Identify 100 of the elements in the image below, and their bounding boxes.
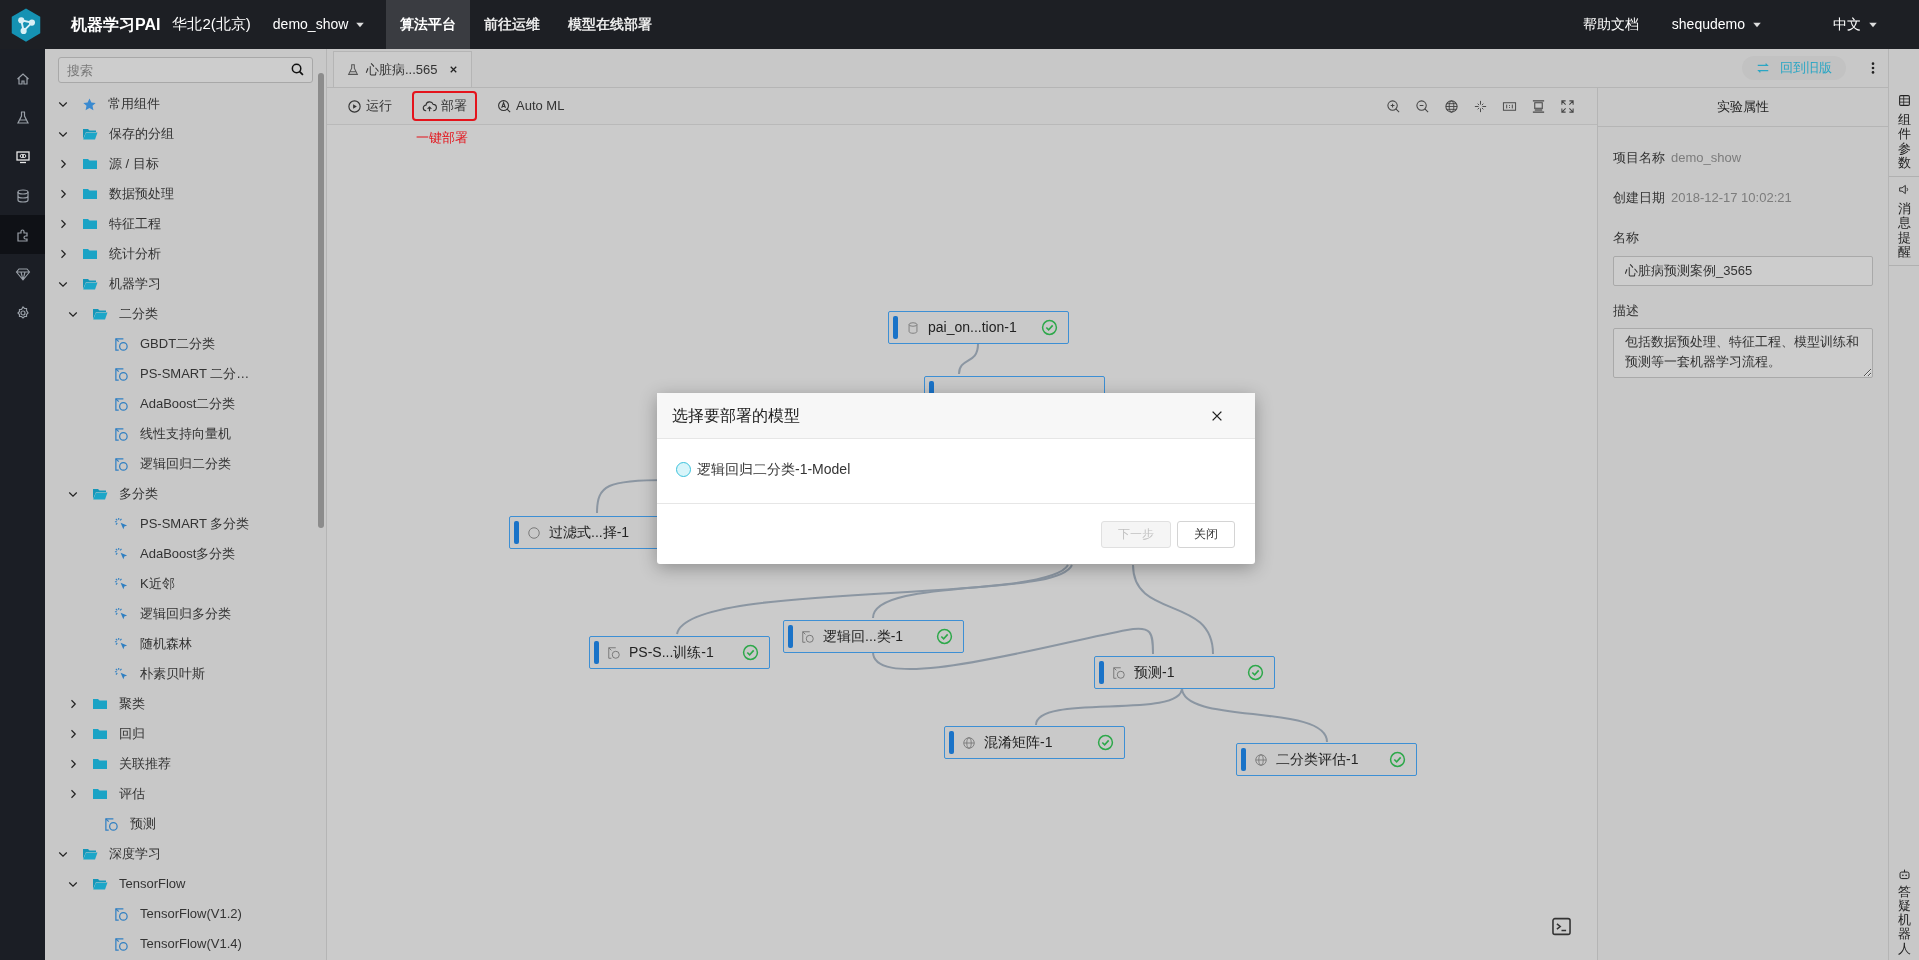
tree-item[interactable]: PS-SMART 多分类	[45, 509, 326, 539]
region-selector[interactable]: 华北2(北京)	[172, 13, 251, 36]
cloud-upload-icon	[422, 98, 437, 114]
globe-icon	[1254, 752, 1268, 767]
grid-icon	[1897, 94, 1911, 107]
open-folder-icon	[92, 306, 108, 322]
description-field[interactable]: 包括数据预处理、特征工程、模型训练和预测等一套机器学习流程。	[1613, 328, 1873, 378]
component-icon	[114, 336, 129, 352]
folder-icon	[92, 696, 108, 712]
flow-node[interactable]: pai_on...tion-1	[888, 311, 1069, 344]
tree-item[interactable]: TensorFlow	[45, 869, 326, 899]
tree-item[interactable]: 源 / 目标	[45, 149, 326, 179]
zoom-out-icon[interactable]	[1415, 98, 1430, 114]
tree-item[interactable]: 统计分析	[45, 239, 326, 269]
side-tab[interactable]: 组件参数	[1889, 88, 1919, 178]
side-tab[interactable]: 消息提醒	[1889, 177, 1919, 267]
tree-item[interactable]: AdaBoost多分类	[45, 539, 326, 569]
component-icon	[607, 645, 621, 660]
dialog-title: 选择要部署的模型	[672, 405, 801, 426]
toolbar-button[interactable]: 运行	[337, 91, 402, 121]
tree-item[interactable]: 深度学习	[45, 839, 326, 869]
component-icon	[114, 396, 129, 412]
node-status-bar	[1241, 748, 1246, 771]
tree-item[interactable]: TensorFlow(V1.4)	[45, 929, 326, 959]
tree-item[interactable]: 随机森林	[45, 629, 326, 659]
tree-item[interactable]: 常用组件	[45, 89, 326, 119]
diamond-icon	[14, 265, 31, 282]
tree-item[interactable]: 线性支持向量机	[45, 419, 326, 449]
nav-tab[interactable]: 模型在线部署	[554, 0, 667, 49]
flask-icon	[346, 62, 360, 77]
connector	[958, 343, 979, 375]
component-icon	[114, 906, 129, 922]
flow-node[interactable]: 预测-1	[1094, 656, 1275, 689]
fit-icon[interactable]	[1531, 98, 1546, 114]
flow-node[interactable]: 二分类评估-1	[1236, 743, 1417, 776]
field-value: 2018-12-17 10:02:21	[1671, 189, 1792, 208]
tree-item[interactable]: 二分类	[45, 299, 326, 329]
node-status-bar	[1099, 661, 1104, 684]
zoom-in-icon[interactable]	[1386, 98, 1401, 114]
flow-node[interactable]: PS-S...训练-1	[589, 636, 770, 669]
tree-item[interactable]: PS-SMART 二分…	[45, 359, 326, 389]
tree-item[interactable]: 预测	[45, 809, 326, 839]
cursor-click-icon	[114, 636, 129, 652]
toolbar-button[interactable]: 部署	[412, 91, 477, 121]
tree-item[interactable]: 特征工程	[45, 209, 326, 239]
annotation-label: 一键部署	[416, 129, 468, 147]
tree-item[interactable]: 聚类	[45, 689, 326, 719]
search-icon[interactable]	[290, 62, 305, 77]
crosshair-icon[interactable]	[1473, 98, 1488, 114]
radio-button[interactable]	[676, 462, 691, 477]
user-menu[interactable]: shequdemo	[1671, 14, 1763, 35]
field-value: demo_show	[1671, 149, 1742, 168]
cursor-click-icon	[114, 606, 129, 622]
tree-item[interactable]: 数据预处理	[45, 179, 326, 209]
cursor-click-icon	[114, 516, 129, 532]
open-folder-icon	[82, 846, 98, 862]
help-link[interactable]: 帮助文档	[1582, 14, 1639, 35]
terminal-icon[interactable]	[1551, 916, 1572, 937]
component-icon	[801, 629, 815, 644]
tree-item[interactable]: 逻辑回归多分类	[45, 599, 326, 629]
flow-node[interactable]: 逻辑回...类-1	[783, 620, 964, 653]
project-selector[interactable]: demo_show	[272, 14, 367, 35]
tree-item[interactable]: 机器学习	[45, 269, 326, 299]
name-field[interactable]: 心脏病预测案例_3565	[1613, 255, 1873, 286]
tree-item[interactable]: K近邻	[45, 569, 326, 599]
folder-icon	[82, 186, 98, 202]
tree-item[interactable]: 保存的分组	[45, 119, 326, 149]
open-folder-icon	[82, 276, 98, 292]
component-icon	[114, 366, 129, 382]
tree-item[interactable]: 逻辑回归二分类	[45, 449, 326, 479]
toolbar-button[interactable]: Auto ML	[487, 91, 575, 121]
field-label: 描述	[1613, 301, 1640, 320]
swap-icon	[1756, 61, 1770, 75]
nav-tab[interactable]: 前往运维	[470, 0, 555, 49]
field-label: 创建日期	[1613, 189, 1665, 208]
tree-item[interactable]: TensorFlow(V1.2)	[45, 899, 326, 929]
field-label: 项目名称	[1613, 149, 1665, 168]
tree-item[interactable]: AdaBoost二分类	[45, 389, 326, 419]
tree-item[interactable]: 评估	[45, 779, 326, 809]
nav-tab[interactable]: 算法平台	[386, 0, 471, 49]
folder-icon	[82, 216, 98, 232]
radio-option[interactable]: 逻辑回归二分类-1-Model	[676, 459, 1236, 480]
document-tab[interactable]: 心脏病...565	[333, 51, 472, 87]
language-menu[interactable]: 中文	[1833, 14, 1879, 35]
tree-item[interactable]: 多分类	[45, 479, 326, 509]
node-status-bar	[788, 625, 793, 648]
flow-node[interactable]: 混淆矩阵-1	[944, 726, 1125, 759]
tree-item[interactable]: 朴素贝叶斯	[45, 659, 326, 689]
search-field[interactable]: 搜索	[58, 57, 313, 83]
chatbot-button[interactable]: 答疑机器人	[1889, 867, 1919, 960]
tree-item[interactable]: GBDT二分类	[45, 329, 326, 359]
open-folder-icon	[82, 126, 98, 142]
dialog-button[interactable]: 关闭	[1177, 520, 1235, 548]
scrollbar-thumb[interactable]	[318, 73, 324, 528]
cursor-click-icon	[114, 576, 129, 592]
fullscreen-icon[interactable]	[1560, 98, 1575, 114]
globe-icon[interactable]	[1444, 98, 1459, 114]
tree-item[interactable]: 回归	[45, 719, 326, 749]
rail-button[interactable]	[0, 215, 45, 254]
tree-item[interactable]: 关联推荐	[45, 749, 326, 779]
